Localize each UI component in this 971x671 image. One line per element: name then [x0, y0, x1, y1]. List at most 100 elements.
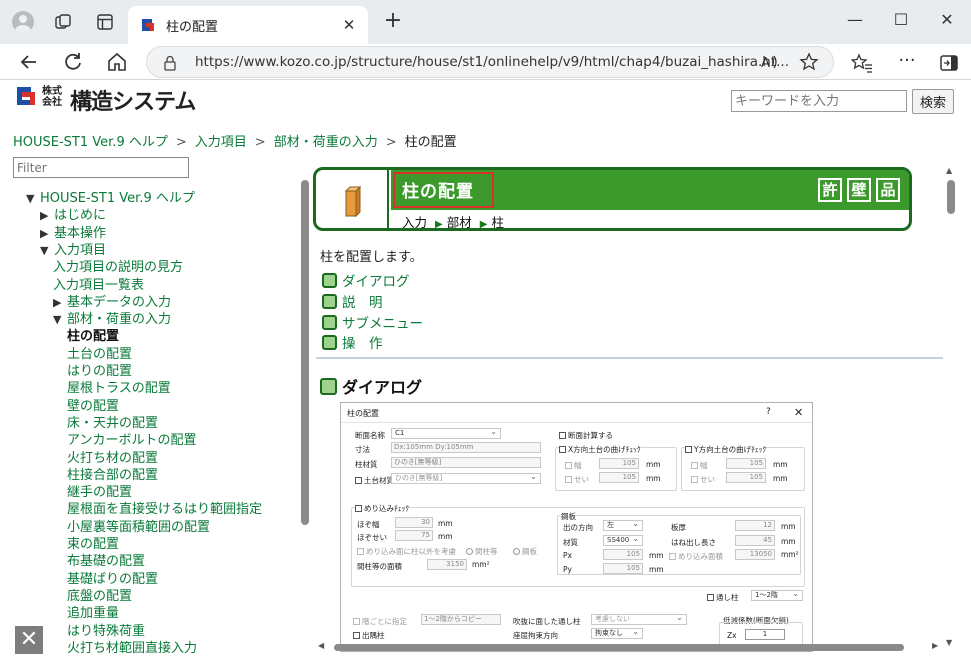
expand-arrow-icon[interactable]: ▼	[40, 242, 54, 259]
sidebar-item-basic-ops[interactable]: ▶ 基本操作	[40, 225, 106, 242]
breadcrumb-member-load-input[interactable]: 部材・荷重の入力	[274, 135, 378, 150]
workspaces-icon[interactable]	[53, 12, 73, 32]
lock-icon[interactable]	[163, 55, 177, 71]
expand-arrow-icon[interactable]: ▶	[40, 225, 54, 242]
window-close-icon[interactable]: ✕	[935, 10, 959, 32]
seat-direction-label: 座屈拘束方向	[513, 631, 558, 640]
steel-material-select: SS400	[603, 534, 643, 546]
badge-wall: 壁	[847, 178, 871, 202]
sidebar-item-wall[interactable]: 壁の配置	[67, 398, 119, 415]
sidebar-item-sill[interactable]: 土台の配置	[67, 346, 132, 363]
more-menu-icon[interactable]: ···	[896, 52, 918, 74]
sidebar-item-intro[interactable]: ▶ はじめに	[40, 207, 106, 224]
sidebar-item-strut[interactable]: 束の配置	[67, 536, 119, 553]
sidebar-toggle-icon[interactable]	[938, 52, 960, 74]
sidebar-item-label: 入力項目	[54, 242, 107, 258]
toc-link-dialog[interactable]: ダイアログ	[322, 270, 410, 290]
scroll-down-icon[interactable]: ▼	[946, 638, 952, 647]
address-bar[interactable]: https://www.kozo.co.jp/structure/house/s…	[146, 46, 834, 78]
sidebar-item-hiuchi[interactable]: 火打ち材の配置	[67, 450, 158, 467]
sidebar-item-beam-special-load[interactable]: はり特殊荷重	[67, 623, 145, 640]
scroll-right-icon[interactable]: ▶	[932, 641, 938, 650]
sidebar-item-label: 柱接合部の配置	[67, 467, 159, 483]
horizontal-scrollbar[interactable]: ◀ ▶	[316, 641, 945, 653]
breadcrumb-help-home[interactable]: HOUSE-ST1 Ver.9 ヘルプ	[13, 135, 168, 150]
active-tab[interactable]: 柱の配置 ✕	[128, 6, 368, 44]
sidebar-scrollbar[interactable]	[300, 180, 310, 650]
sidebar-item-roof-beam-range[interactable]: 屋根面を直接受けるはり範囲指定	[67, 501, 262, 518]
back-icon[interactable]	[17, 50, 41, 74]
sidebar-item-beam[interactable]: はりの配置	[67, 363, 132, 380]
maximize-icon[interactable]: ☐	[889, 10, 913, 32]
logo-company-type: 株式 会社	[42, 86, 62, 108]
sidebar-item-attic-area[interactable]: 小屋裏等面積範囲の配置	[67, 519, 210, 536]
favorite-star-icon[interactable]	[799, 52, 819, 72]
section-name-label: 断面名称	[355, 431, 385, 440]
breadcrumb-input-items[interactable]: 入力項目	[195, 135, 247, 150]
keyword-search-input[interactable]	[731, 90, 907, 112]
url-text[interactable]: https://www.kozo.co.jp/structure/house/s…	[195, 54, 789, 70]
sidebar-item-foundation-beam[interactable]: 基礎ばりの配置	[67, 571, 158, 588]
size-field: Dx:105mm Dy:105mm	[391, 442, 541, 453]
sidebar-item-column-placement[interactable]: 柱の配置	[67, 328, 119, 345]
profile-avatar-icon[interactable]	[12, 11, 34, 33]
sidebar-item-basic-data[interactable]: ▶ 基本データの入力	[53, 294, 171, 311]
horizontal-scrollbar-thumb[interactable]	[334, 644, 904, 651]
sidebar-scrollbar-thumb[interactable]	[301, 180, 309, 525]
sidebar-item-label: 継手の配置	[67, 485, 133, 501]
new-tab-icon[interactable]: +	[382, 10, 404, 33]
content-scrollbar[interactable]: ▲ ▼	[945, 162, 957, 650]
breadcrumb-current: 柱の配置	[404, 135, 457, 150]
sidebar-item-hiuchi-range[interactable]: 火打ち材範囲直接入力	[67, 640, 197, 657]
sidebar-item-additional-weight[interactable]: 追加重量	[67, 605, 119, 622]
unit-mm: mm	[438, 532, 453, 541]
section-heading-dialog: ダイアログ	[320, 374, 422, 398]
sidebar-filter-input[interactable]	[13, 157, 189, 178]
toc-link-submenu[interactable]: サブメニュー	[322, 312, 423, 332]
sidebar-item-how-to-read[interactable]: 入力項目の説明の見方	[53, 259, 183, 276]
search-button[interactable]: 検索	[912, 89, 954, 114]
sidebar-item-roof-truss[interactable]: 屋根トラスの配置	[67, 380, 171, 397]
expand-arrow-icon[interactable]: ▶	[53, 294, 67, 311]
expand-arrow-icon[interactable]: ▼	[53, 311, 67, 328]
sidebar-item-help-root[interactable]: ▼ HOUSE-ST1 Ver.9 ヘルプ	[26, 190, 195, 207]
sidebar-item-input-list[interactable]: 入力項目一覧表	[53, 277, 144, 294]
page-intro: 柱を配置します。	[320, 250, 423, 265]
sidebar-item-splice[interactable]: 継手の配置	[67, 484, 132, 501]
tab-close-icon[interactable]: ✕	[340, 16, 358, 34]
y-check-label: Y方向土台の曲げﾁｪｯｸ	[685, 444, 767, 455]
toc-link-explanation[interactable]: 説 明	[322, 291, 383, 311]
column-material-field: ひのき[無等級]	[391, 457, 541, 468]
sidebar-item-input-items[interactable]: ▼ 入力項目	[40, 242, 106, 259]
sidebar-item-base-slab[interactable]: 底盤の配置	[67, 588, 132, 605]
sidebar-item-column-joint[interactable]: 柱接合部の配置	[67, 467, 158, 484]
toc-link-operation[interactable]: 操 作	[322, 332, 383, 352]
size-label: 寸法	[355, 445, 370, 454]
close-sidebar-button[interactable]: ✕	[15, 626, 43, 654]
minimize-icon[interactable]: —	[843, 10, 867, 32]
sidebar-item-label: 入力項目の説明の見方	[53, 260, 184, 276]
expand-arrow-icon[interactable]: ▶	[40, 207, 54, 224]
home-icon[interactable]	[105, 50, 129, 74]
scroll-up-icon[interactable]: ▲	[946, 166, 952, 175]
per-floor-field: 1〜2階からコピー	[421, 614, 501, 625]
tenon-width-field: 30	[395, 517, 433, 528]
sidebar-item-strip-foundation[interactable]: 布基礎の配置	[67, 553, 145, 570]
expand-arrow-icon[interactable]: ▼	[26, 190, 40, 207]
sidebar-item-member-load[interactable]: ▼ 部材・荷重の入力	[53, 311, 171, 328]
tab-actions-icon[interactable]	[95, 12, 115, 32]
sidebar-item-anchor-bolt[interactable]: アンカーボルトの配置	[67, 432, 196, 449]
scroll-left-icon[interactable]: ◀	[318, 641, 324, 650]
overhang-column-check: 出隅柱	[353, 630, 385, 641]
content-scrollbar-thumb[interactable]	[947, 180, 955, 214]
favorites-icon[interactable]	[851, 52, 873, 74]
sidebar-item-floor-ceiling[interactable]: 床・天井の配置	[67, 415, 158, 432]
refresh-icon[interactable]	[61, 50, 85, 74]
logo-company-name[interactable]: 構造システム	[70, 84, 196, 116]
banner-icon-box	[316, 170, 389, 228]
kozo-logo-icon[interactable]	[16, 86, 36, 106]
sidebar-item-label: 土台の配置	[67, 346, 133, 362]
path-arrow-icon: ▶	[435, 219, 443, 230]
steel-material-label: 材質	[563, 538, 578, 547]
read-aloud-icon[interactable]: A	[759, 52, 779, 72]
